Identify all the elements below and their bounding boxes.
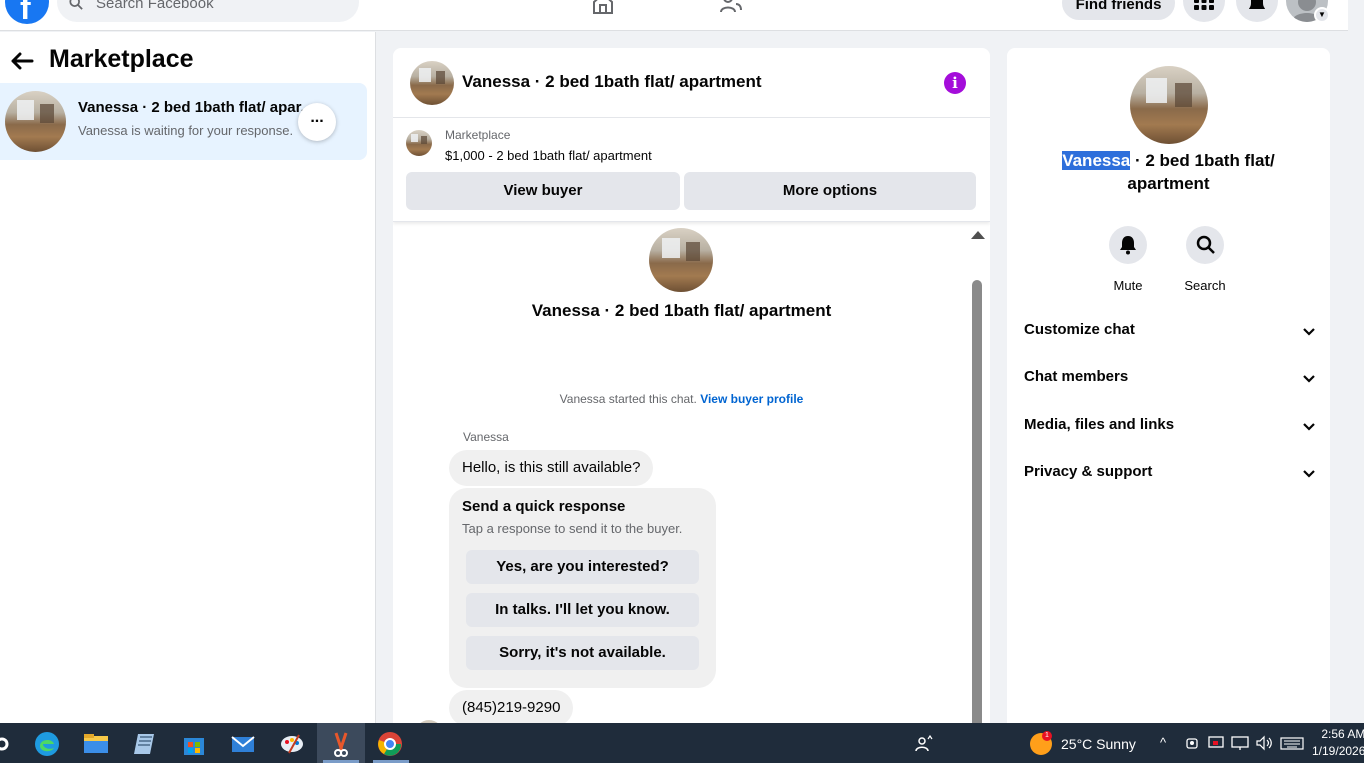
file-explorer-icon[interactable]	[83, 731, 109, 757]
section-label: Privacy & support	[1024, 463, 1153, 480]
chat-panel: Vanessa · 2 bed 1bath flat/ apartment i …	[393, 48, 990, 723]
mute-button[interactable]: Mute	[1098, 226, 1158, 293]
facebook-logo-icon[interactable]: f	[5, 0, 49, 26]
edge-browser-icon[interactable]	[34, 731, 60, 757]
people-icon[interactable]	[914, 734, 934, 754]
view-buyer-profile-link[interactable]: View buyer profile	[700, 392, 803, 406]
bell-icon	[1249, 0, 1265, 9]
section-label: Media, files and links	[1024, 416, 1175, 433]
mail-icon[interactable]	[230, 731, 256, 757]
quick-response-yes-button[interactable]: Yes, are you interested?	[466, 550, 699, 584]
conversation-avatar-large	[649, 228, 713, 292]
snipping-tool-icon[interactable]	[328, 731, 354, 757]
home-icon[interactable]	[591, 0, 615, 14]
account-chevron-down-icon[interactable]: ▼	[1314, 7, 1330, 23]
friends-icon[interactable]	[719, 0, 743, 14]
listing-category: Marketplace	[445, 128, 511, 142]
quick-response-not-available-button[interactable]: Sorry, it's not available.	[466, 636, 699, 670]
chevron-down-icon	[1303, 328, 1315, 336]
customize-chat-section[interactable]: Customize chat	[1024, 321, 1316, 345]
listing-thumbnail	[406, 130, 432, 156]
section-label: Chat members	[1024, 368, 1129, 385]
view-buyer-button[interactable]: View buyer	[406, 172, 680, 210]
meet-now-icon[interactable]	[1185, 735, 1199, 751]
details-title-line2: apartment	[1127, 174, 1210, 193]
page-title: Marketplace	[49, 45, 194, 73]
conversation-list-item[interactable]: Vanessa · 2 bed 1bath flat/ apar... Vane…	[0, 83, 367, 160]
more-options-icon[interactable]: ...	[298, 103, 336, 141]
find-friends-button[interactable]: Find friends	[1062, 0, 1175, 20]
quick-response-title: Send a quick response	[462, 498, 626, 515]
more-options-button[interactable]: More options	[684, 172, 976, 210]
quick-response-card: Send a quick response Tap a response to …	[449, 488, 716, 688]
windows-taskbar: 1 25°C Sunny ^ 2:56 AM 1/19/2026	[0, 723, 1364, 763]
chevron-down-icon	[1303, 470, 1315, 478]
clock-date: 1/19/2026	[1312, 744, 1364, 758]
scrollbar-thumb[interactable]	[972, 280, 982, 723]
details-avatar	[1130, 66, 1208, 144]
mute-label: Mute	[1113, 278, 1143, 293]
network-icon[interactable]	[1231, 735, 1249, 751]
privacy-support-section[interactable]: Privacy & support	[1024, 463, 1316, 487]
media-files-links-section[interactable]: Media, files and links	[1024, 416, 1316, 440]
chevron-down-icon	[1303, 423, 1315, 431]
notepad-icon[interactable]	[132, 731, 158, 757]
show-hidden-icons-chevron-icon[interactable]: ^	[1160, 735, 1166, 750]
chat-avatar[interactable]	[410, 61, 454, 105]
selected-name-text: Vanessa	[1062, 151, 1131, 170]
quick-response-subtitle: Tap a response to send it to the buyer.	[462, 521, 683, 536]
message-bubble: (845)219-9290	[449, 690, 574, 723]
search-in-conversation-button[interactable]: Search	[1175, 226, 1235, 293]
search-placeholder: Search Facebook	[96, 0, 214, 12]
clock-time: 2:56 AM	[1321, 727, 1364, 741]
notifications-button[interactable]	[1236, 0, 1278, 22]
settings-gear-icon[interactable]	[0, 731, 12, 757]
message-thread: Vanessa · 2 bed 1bath flat/ apartment Va…	[393, 224, 990, 723]
quick-response-in-talks-button[interactable]: In talks. I'll let you know.	[466, 593, 699, 627]
menu-button[interactable]	[1183, 0, 1225, 22]
chat-title[interactable]: Vanessa · 2 bed 1bath flat/ apartment	[462, 72, 761, 92]
display-icon[interactable]	[1208, 735, 1224, 751]
chat-started-notice: Vanessa started this chat. View buyer pr…	[393, 392, 970, 406]
chat-members-section[interactable]: Chat members	[1024, 368, 1316, 392]
search-label: Search	[1184, 278, 1226, 293]
system-clock[interactable]: 2:56 AM 1/19/2026	[1312, 726, 1364, 760]
listing-price-title: $1,000 - 2 bed 1bath flat/ apartment	[445, 148, 652, 163]
message-bubble: Hello, is this still available?	[449, 450, 654, 486]
weather-text: 25°C Sunny	[1061, 736, 1136, 752]
details-title: Vanessa · 2 bed 1bath flat/ apartment	[1007, 149, 1330, 195]
search-icon	[69, 0, 83, 10]
chat-header: Vanessa · 2 bed 1bath flat/ apartment i	[393, 48, 990, 118]
search-icon	[1196, 235, 1215, 254]
details-title-rest: · 2 bed 1bath flat/	[1130, 151, 1275, 170]
conversation-preview: Vanessa is waiting for your response.	[78, 123, 294, 138]
started-text: Vanessa started this chat.	[559, 392, 697, 406]
info-icon[interactable]: i	[944, 72, 966, 94]
listing-summary: Marketplace $1,000 - 2 bed 1bath flat/ a…	[393, 118, 990, 222]
chevron-down-icon	[1303, 375, 1315, 383]
bell-icon	[1120, 236, 1136, 255]
back-arrow-icon[interactable]	[10, 52, 34, 70]
microsoft-store-icon[interactable]	[181, 731, 207, 757]
paint-icon[interactable]	[279, 731, 305, 757]
grid-menu-icon	[1194, 0, 1214, 10]
sender-name: Vanessa	[463, 430, 509, 444]
weather-alert-badge: 1	[1042, 731, 1052, 741]
chrome-icon[interactable]	[377, 731, 403, 757]
search-facebook-input[interactable]: Search Facebook	[57, 0, 359, 22]
volume-icon[interactable]	[1255, 735, 1273, 751]
chat-details-panel: Vanessa · 2 bed 1bath flat/ apartment Mu…	[1007, 48, 1330, 723]
conversation-thumbnail	[5, 91, 66, 152]
conversation-name: Vanessa · 2 bed 1bath flat/ apartment	[531, 301, 832, 320]
top-navigation-bar: f Search Facebook Find friends ▼	[0, 0, 1348, 31]
marketplace-inbox-sidebar: Marketplace Vanessa · 2 bed 1bath flat/ …	[0, 32, 376, 723]
keyboard-icon[interactable]	[1280, 735, 1304, 751]
section-label: Customize chat	[1024, 321, 1135, 338]
scroll-up-arrow-icon[interactable]	[971, 231, 985, 239]
